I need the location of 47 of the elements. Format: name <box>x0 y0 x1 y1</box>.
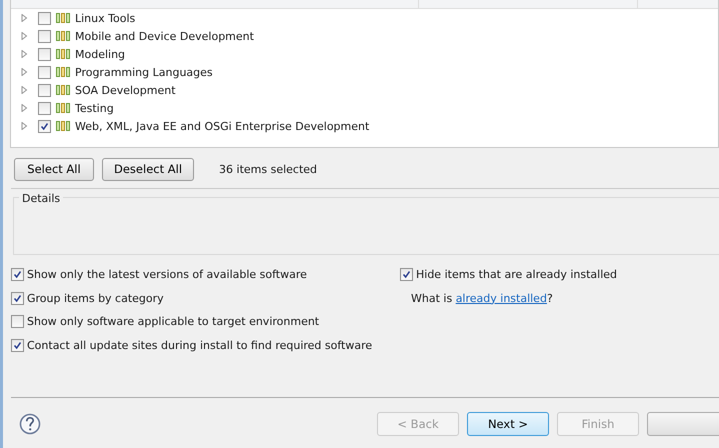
option-label: Show only the latest versions of available software <box>27 268 307 282</box>
option-label: Contact all update sites during install to find required software <box>27 338 372 352</box>
category-icon <box>56 103 70 113</box>
category-icon <box>56 85 70 95</box>
checkbox[interactable] <box>38 30 51 42</box>
checkbox[interactable] <box>11 292 24 305</box>
expand-icon[interactable] <box>21 14 29 22</box>
checkbox[interactable] <box>38 12 51 24</box>
checkbox[interactable] <box>11 315 24 328</box>
category-label: Web, XML, Java EE and OSGi Enterprise Development <box>75 120 370 132</box>
selection-count: 36 items selected <box>219 162 318 176</box>
already-installed-link[interactable]: already installed <box>456 292 547 304</box>
category-icon <box>56 67 70 77</box>
checkbox[interactable] <box>400 268 413 282</box>
checkbox[interactable] <box>38 66 51 78</box>
category-label: Testing <box>75 102 114 114</box>
category-icon <box>56 13 70 23</box>
option-label: Hide items that are already installed <box>416 268 618 282</box>
checkbox[interactable] <box>11 338 24 352</box>
wizard-button[interactable] <box>647 412 719 436</box>
expand-icon[interactable] <box>21 104 29 112</box>
category-icon <box>56 49 70 59</box>
checkbox[interactable] <box>38 120 51 132</box>
checkbox[interactable] <box>11 268 24 282</box>
category-label: Linux Tools <box>75 12 136 24</box>
category-icon <box>56 31 70 41</box>
category-label: Programming Languages <box>75 66 213 78</box>
category-icon <box>56 121 70 131</box>
checkbox[interactable] <box>38 84 51 96</box>
expand-icon[interactable] <box>21 68 29 76</box>
selection-button[interactable]: Deselect All <box>102 158 194 180</box>
option-label: Group items by category <box>27 292 164 305</box>
info-text: What is already installed? <box>411 290 554 306</box>
expand-icon[interactable] <box>21 122 29 130</box>
category-label: Modeling <box>75 48 126 60</box>
option-label: Show only software applicable to target environment <box>27 315 320 328</box>
expand-icon[interactable] <box>21 86 29 94</box>
category-label: Mobile and Device Development <box>75 30 254 42</box>
expand-icon[interactable] <box>21 50 29 58</box>
help-icon[interactable] <box>19 413 41 435</box>
wizard-button[interactable]: Next > <box>467 412 549 436</box>
checkbox[interactable] <box>38 48 51 60</box>
category-label: SOA Development <box>75 84 176 96</box>
checkbox[interactable] <box>38 102 51 114</box>
expand-icon[interactable] <box>21 32 29 40</box>
selection-button[interactable]: Select All <box>14 158 94 180</box>
details-title: Details <box>19 192 64 205</box>
